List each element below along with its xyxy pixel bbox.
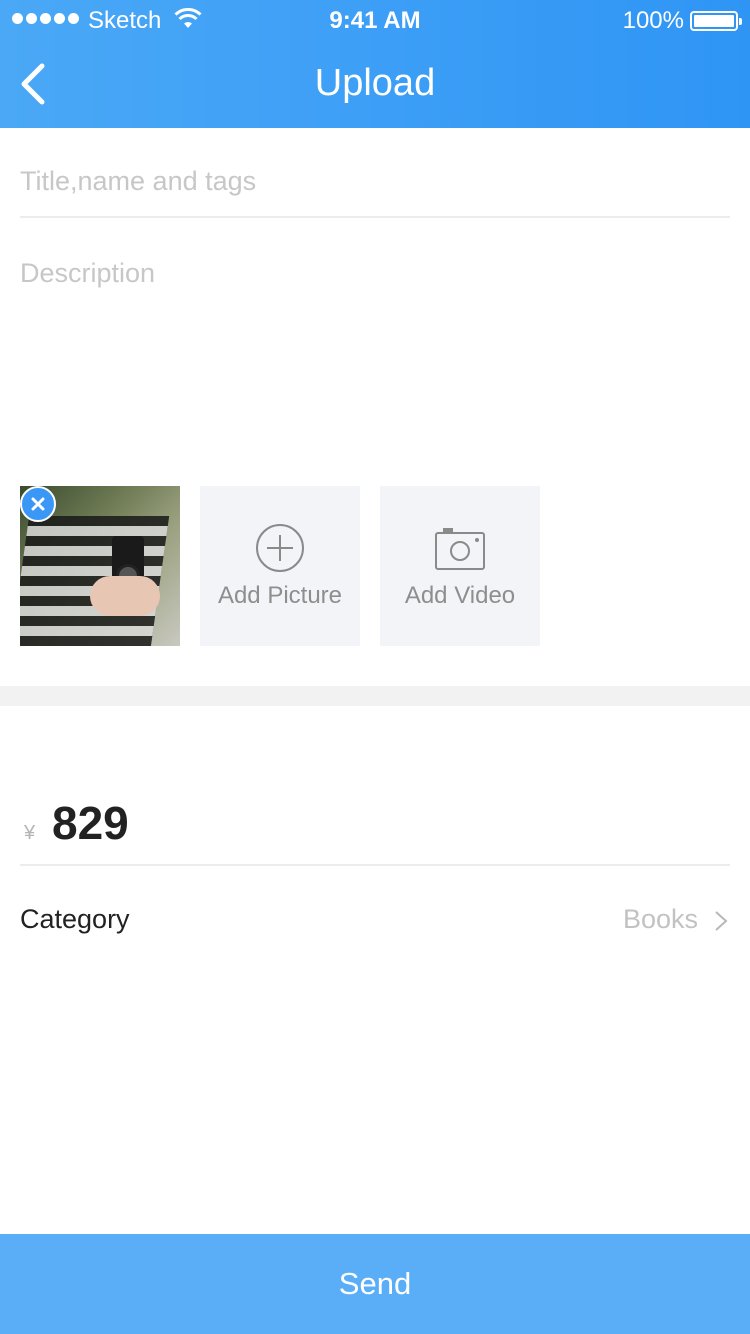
- header: Sketch 9:41 AM 100% Upload: [0, 0, 750, 128]
- price-value: 829: [52, 797, 129, 849]
- add-video-label: Add Video: [404, 582, 516, 609]
- title-input[interactable]: Title,name and tags: [20, 148, 730, 218]
- status-bar: Sketch 9:41 AM 100%: [0, 0, 750, 40]
- add-picture-label: Add Picture: [217, 582, 343, 609]
- plus-circle-icon: [256, 524, 304, 572]
- remove-photo-button[interactable]: [20, 486, 56, 522]
- category-row[interactable]: Category Books: [20, 890, 730, 950]
- chevron-right-icon: [715, 911, 728, 931]
- page-title: Upload: [314, 62, 436, 104]
- section-divider: [0, 686, 750, 706]
- add-picture-button[interactable]: Add Picture: [200, 486, 360, 646]
- description-input[interactable]: Description: [20, 238, 730, 458]
- add-video-button[interactable]: Add Video: [380, 486, 540, 646]
- photo-thumbnail[interactable]: [20, 486, 180, 646]
- camera-icon: [435, 528, 485, 570]
- category-value: Books: [622, 904, 698, 934]
- battery-percentage: 100%: [622, 7, 684, 34]
- battery-icon: [690, 11, 742, 31]
- category-label: Category: [20, 904, 130, 934]
- close-icon: [31, 497, 45, 511]
- currency-symbol: ¥: [24, 822, 36, 844]
- send-button[interactable]: Send: [0, 1234, 750, 1334]
- media-row: Add Picture Add Video: [20, 486, 540, 646]
- price-input[interactable]: ¥ 829: [20, 790, 730, 866]
